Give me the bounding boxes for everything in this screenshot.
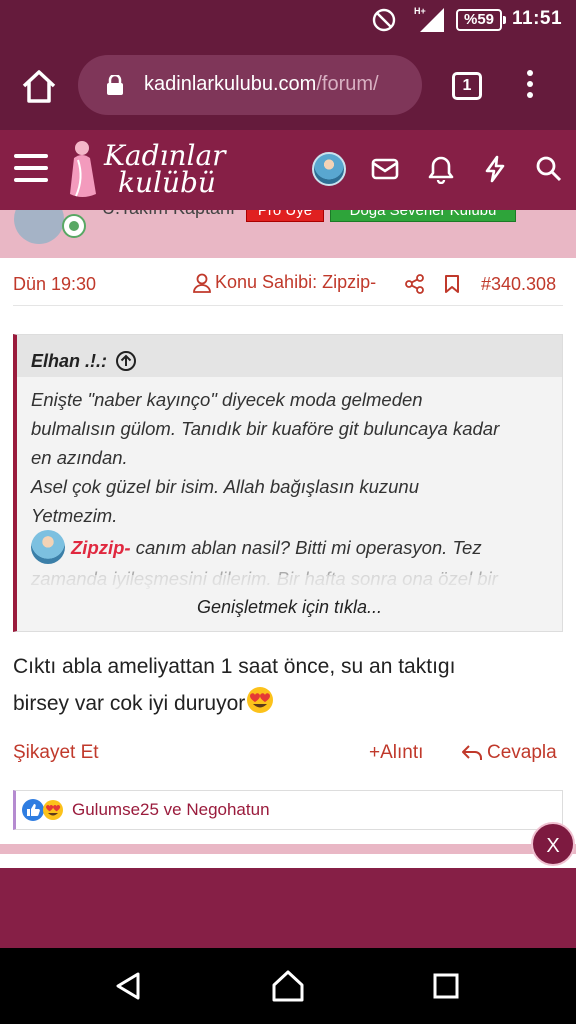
- quote-body: Enişte "naber kayınço" diyecek moda gelm…: [17, 377, 562, 593]
- hamburger-menu-icon[interactable]: [14, 154, 48, 184]
- next-post-card: [0, 854, 576, 868]
- quote-button[interactable]: +Alıntı: [369, 742, 423, 764]
- reactions-users[interactable]: Gulumse25 ve Negohatun: [72, 800, 270, 820]
- quote-line: Yetmezim.: [31, 505, 118, 526]
- clock: 11:51: [512, 8, 563, 29]
- share-icon[interactable]: [405, 274, 425, 294]
- quote-line: Asel çok güzel bir isim. Allah bağışlası…: [31, 476, 420, 497]
- quote-mention-line: Zipzip- canım ablan nasil? Bitti mi oper…: [31, 530, 548, 564]
- do-not-disturb-icon: [372, 8, 396, 32]
- previous-post-user-title: U.Takım Kaptanı: [102, 210, 235, 219]
- plus-icon: +: [369, 742, 381, 763]
- arrow-up-circle-icon[interactable]: [115, 350, 137, 372]
- next-post-edge: [0, 844, 576, 868]
- network-type: H+: [414, 6, 426, 16]
- heart-eyes-emoji-icon: [247, 687, 274, 713]
- post-body: Cıktı abla ameliyattan 1 saat önce, su a…: [13, 648, 565, 722]
- quote-button-label: Alıntı: [380, 742, 424, 763]
- expand-quote-button[interactable]: Genişletmek için tıkla...: [17, 575, 562, 631]
- mention-text-wrap: Zipzip- canım ablan nasil? Bitti mi oper…: [71, 533, 482, 562]
- thumbs-up-icon: [22, 799, 44, 821]
- post-meta-bar: Dün 19:30 Konu Sahibi: Zipzip- #340.308: [13, 258, 563, 306]
- pro-member-badge: Pro Üye: [246, 210, 324, 222]
- tab-switcher-button[interactable]: 1: [452, 72, 482, 100]
- thread-author-label: Konu Sahibi: Zipzip-: [193, 272, 376, 293]
- user-icon: [193, 273, 211, 293]
- post-actions: Şikayet Et +Alıntı Cevapla: [13, 740, 563, 770]
- mention-avatar[interactable]: [31, 530, 65, 564]
- quote-block: Elhan .!.: Enişte "naber kayınço" diyece…: [13, 334, 563, 632]
- mention-text: canım ablan nasil? Bitti mi operasyon. T…: [130, 536, 482, 558]
- reply-button-label: Cevapla: [487, 742, 557, 763]
- status-bar: H+ %59 11:51: [0, 0, 576, 40]
- home-icon[interactable]: [270, 968, 306, 1004]
- reactions-bar[interactable]: Gulumse25 ve Negohatun: [13, 790, 563, 830]
- post-body-line-last: birsey var cok iyi duruyor: [13, 685, 565, 722]
- previous-post-footer: U.Takım Kaptanı Pro Üye Doğa Severler Ku…: [0, 210, 576, 258]
- site-header: Kadınlar kulübü: [0, 130, 576, 210]
- lock-icon: [107, 75, 123, 95]
- quote-author[interactable]: Elhan .!.:: [31, 351, 107, 372]
- previous-post-avatar[interactable]: [14, 210, 64, 244]
- expand-quote-label: Genişletmek için tıkla...: [196, 597, 383, 617]
- browser-toolbar: kadinlarkulubu.com/forum/ 1: [0, 40, 576, 130]
- reply-button[interactable]: Cevapla: [461, 742, 557, 764]
- report-button[interactable]: Şikayet Et: [13, 742, 99, 764]
- address-bar[interactable]: kadinlarkulubu.com/forum/: [78, 55, 422, 115]
- inbox-icon[interactable]: [370, 154, 400, 184]
- group-badge: Doğa Severler Kulübü: [330, 210, 516, 222]
- quote-line: en azından.: [31, 447, 128, 468]
- quote-line: bulmalısın gülom. Tanıdık bir kuaföre gi…: [31, 418, 500, 439]
- mention-username[interactable]: Zipzip-: [71, 537, 131, 558]
- logo-text-line2: kulübü: [118, 166, 216, 199]
- system-navigation-bar: [0, 948, 576, 1024]
- lightning-icon[interactable]: [480, 154, 510, 184]
- recent-apps-icon[interactable]: [432, 972, 460, 1000]
- logo-figure-icon: [70, 141, 96, 197]
- url-host: kadinlarkulubu.com: [144, 73, 317, 95]
- thread-author-text: Konu Sahibi: Zipzip-: [215, 272, 377, 292]
- browser-menu-icon[interactable]: [526, 70, 534, 102]
- url-text: kadinlarkulubu.com/forum/: [144, 73, 408, 96]
- site-logo[interactable]: Kadınlar kulübü: [64, 138, 234, 202]
- quote-header: Elhan .!.:: [17, 335, 562, 377]
- bottom-ad-banner[interactable]: [0, 868, 576, 948]
- forum-post: Dün 19:30 Konu Sahibi: Zipzip- #340.308 …: [0, 258, 576, 844]
- back-triangle-icon[interactable]: [112, 970, 144, 1002]
- user-avatar[interactable]: [312, 152, 346, 186]
- bell-icon[interactable]: [426, 154, 456, 184]
- browser-home-icon[interactable]: [20, 68, 58, 104]
- close-ad-button[interactable]: X: [531, 822, 575, 866]
- bookmark-icon[interactable]: [443, 274, 461, 294]
- url-path: /forum/: [316, 73, 379, 95]
- post-body-line: Cıktı abla ameliyattan 1 saat önce, su a…: [13, 655, 456, 678]
- post-date[interactable]: Dün 19:30: [13, 274, 96, 295]
- post-body-text: birsey var cok iyi duruyor: [13, 692, 246, 715]
- search-icon[interactable]: [534, 154, 564, 184]
- signal-icon: H+: [414, 6, 444, 32]
- post-number-link[interactable]: #340.308: [481, 274, 556, 295]
- heart-eyes-reaction-icon: [43, 800, 63, 820]
- quote-line: Enişte "naber kayınço" diyecek moda gelm…: [31, 389, 423, 410]
- reply-arrow-icon: [462, 745, 482, 760]
- battery-indicator: %59: [456, 9, 506, 31]
- online-status-icon: [62, 214, 86, 238]
